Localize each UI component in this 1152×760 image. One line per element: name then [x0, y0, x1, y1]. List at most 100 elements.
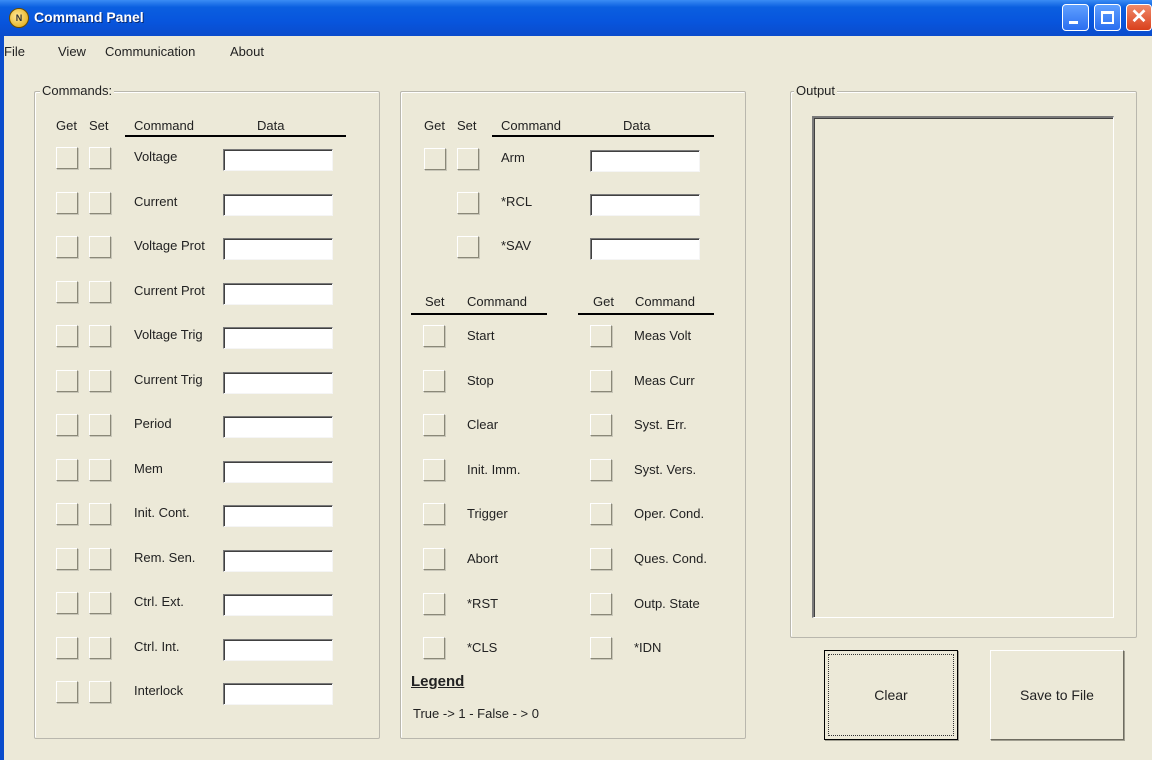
mid-header-set: Set: [457, 118, 477, 133]
data-input[interactable]: [590, 150, 700, 172]
get-button[interactable]: [56, 636, 78, 659]
clear-button[interactable]: Clear: [824, 650, 958, 740]
mid-header-data: Data: [623, 118, 651, 133]
set-command-label: Stop: [467, 372, 494, 388]
get-button[interactable]: [56, 236, 78, 258]
window-border: [0, 36, 4, 760]
set-button[interactable]: [423, 414, 445, 437]
get-button[interactable]: [56, 547, 78, 570]
set-button[interactable]: [89, 547, 111, 570]
set-button[interactable]: [89, 325, 111, 347]
data-input[interactable]: [223, 505, 333, 527]
set-button[interactable]: [423, 637, 445, 660]
set-button[interactable]: [89, 280, 111, 303]
data-input[interactable]: [590, 194, 700, 216]
get-button[interactable]: [590, 369, 612, 392]
set-button[interactable]: [423, 369, 445, 392]
menu-communication[interactable]: Communication: [105, 44, 195, 59]
close-button[interactable]: ✕: [1126, 4, 1152, 31]
minimize-icon: [1069, 21, 1078, 24]
command-label: Rem. Sen.: [134, 549, 196, 565]
output-text-area[interactable]: [812, 116, 1114, 618]
get-button[interactable]: [56, 325, 78, 347]
set-button[interactable]: [89, 681, 111, 703]
data-input[interactable]: [223, 416, 333, 438]
data-input[interactable]: [223, 282, 333, 305]
set-button[interactable]: [89, 147, 111, 169]
get-command-label: Outp. State: [634, 595, 700, 611]
set-command-label: Start: [467, 328, 495, 343]
data-input[interactable]: [223, 371, 333, 394]
set-button[interactable]: [423, 592, 445, 615]
command-label: Voltage Prot: [134, 238, 205, 253]
data-input[interactable]: [223, 683, 333, 705]
get-button[interactable]: [56, 592, 78, 614]
command-label: Ctrl. Ext.: [134, 594, 184, 609]
window-title: Command Panel: [34, 9, 144, 25]
get-button[interactable]: [56, 147, 78, 169]
get-button[interactable]: [590, 548, 612, 570]
set-button[interactable]: [89, 592, 111, 614]
set-button[interactable]: [423, 548, 445, 570]
header-get: Get: [56, 118, 77, 133]
get-button[interactable]: [56, 503, 78, 525]
command-label: Period: [134, 416, 172, 431]
set-button[interactable]: [457, 192, 479, 214]
command-label: Ctrl. Int.: [134, 638, 180, 654]
data-input[interactable]: [223, 594, 333, 616]
command-label: Voltage Trig: [134, 327, 203, 342]
legend-text: True -> 1 - False - > 0: [413, 706, 539, 721]
set-command-label: *CLS: [467, 640, 498, 656]
get-button[interactable]: [56, 458, 78, 481]
command-label: Arm: [501, 150, 525, 165]
command-label: Current Trig: [134, 371, 203, 387]
set-cmd-header-command: Command: [467, 294, 527, 309]
menu-about[interactable]: About: [230, 44, 264, 59]
set-button[interactable]: [89, 636, 111, 659]
menu-file[interactable]: File: [4, 44, 25, 59]
get-command-label: Oper. Cond.: [634, 506, 705, 522]
get-button[interactable]: [56, 681, 78, 703]
get-command-label: Ques. Cond.: [634, 551, 707, 566]
get-button[interactable]: [590, 458, 612, 481]
data-input[interactable]: [223, 193, 333, 216]
menu-view[interactable]: View: [58, 44, 86, 59]
set-button[interactable]: [89, 191, 111, 214]
get-button[interactable]: [424, 148, 446, 170]
get-button[interactable]: [590, 637, 612, 660]
data-input[interactable]: [223, 549, 333, 572]
get-button[interactable]: [56, 414, 78, 436]
get-button[interactable]: [590, 503, 612, 526]
maximize-button[interactable]: [1094, 4, 1121, 31]
get-command-label: Syst. Err.: [634, 417, 687, 433]
set-button[interactable]: [423, 458, 445, 481]
set-button[interactable]: [89, 458, 111, 481]
get-button[interactable]: [56, 280, 78, 303]
command-label: Current: [134, 193, 178, 209]
command-label: Interlock: [134, 683, 184, 698]
get-cmd-rule: [578, 313, 714, 315]
set-button[interactable]: [89, 236, 111, 258]
data-input[interactable]: [223, 460, 333, 483]
get-button[interactable]: [590, 325, 612, 347]
set-button[interactable]: [423, 503, 445, 526]
get-button[interactable]: [56, 191, 78, 214]
data-input[interactable]: [590, 238, 700, 260]
set-button[interactable]: [457, 148, 479, 170]
set-button[interactable]: [89, 369, 111, 392]
data-input[interactable]: [223, 149, 333, 171]
minimize-button[interactable]: [1062, 4, 1089, 31]
set-button[interactable]: [423, 325, 445, 347]
set-button[interactable]: [457, 236, 479, 258]
set-button[interactable]: [89, 414, 111, 436]
save-to-file-button[interactable]: Save to File: [990, 650, 1124, 740]
get-button[interactable]: [590, 414, 612, 437]
set-button[interactable]: [89, 503, 111, 525]
get-button[interactable]: [56, 369, 78, 392]
get-button[interactable]: [590, 592, 612, 615]
data-input[interactable]: [223, 238, 333, 260]
close-icon: ✕: [1130, 6, 1148, 28]
data-input[interactable]: [223, 638, 333, 661]
data-input[interactable]: [223, 327, 333, 349]
mid-header-rule: [492, 135, 714, 137]
